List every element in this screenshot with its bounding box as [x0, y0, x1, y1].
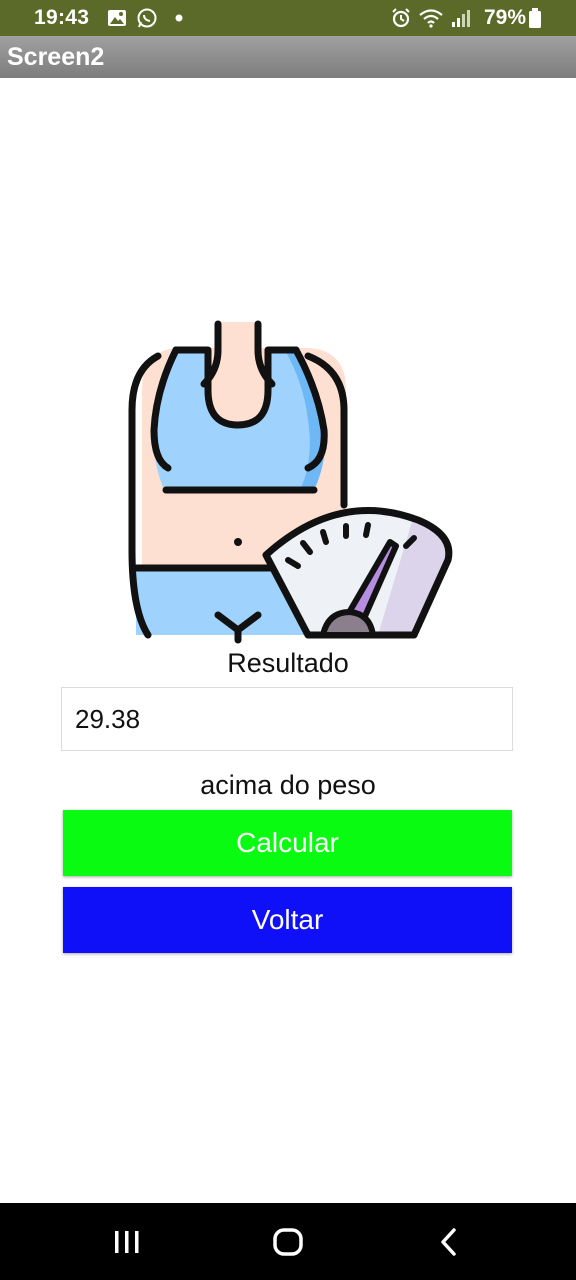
battery-icon	[529, 8, 541, 28]
status-time: 19:43	[34, 6, 90, 29]
back-button[interactable]: Voltar	[63, 887, 512, 953]
wifi-icon	[419, 9, 443, 28]
status-bar: 19:43 79%	[0, 0, 576, 36]
alarm-icon	[392, 8, 410, 28]
screen-title: Screen2	[7, 43, 105, 71]
back-icon[interactable]	[433, 1225, 467, 1259]
recent-apps-icon[interactable]	[110, 1225, 144, 1259]
weight-status-text: acima do peso	[200, 770, 376, 800]
home-icon[interactable]	[271, 1225, 305, 1259]
result-label: Resultado	[227, 648, 349, 678]
calculate-button[interactable]: Calcular	[63, 810, 512, 876]
navigation-bar	[0, 1203, 576, 1280]
image-icon	[108, 10, 126, 26]
dot-icon	[175, 14, 183, 22]
result-input[interactable]	[61, 687, 513, 751]
signal-icon	[452, 10, 470, 27]
whatsapp-icon	[137, 8, 157, 28]
title-bar: Screen2	[0, 36, 576, 78]
battery-percentage: 79%	[484, 6, 527, 29]
body-weight-scale-illustration	[128, 320, 453, 644]
